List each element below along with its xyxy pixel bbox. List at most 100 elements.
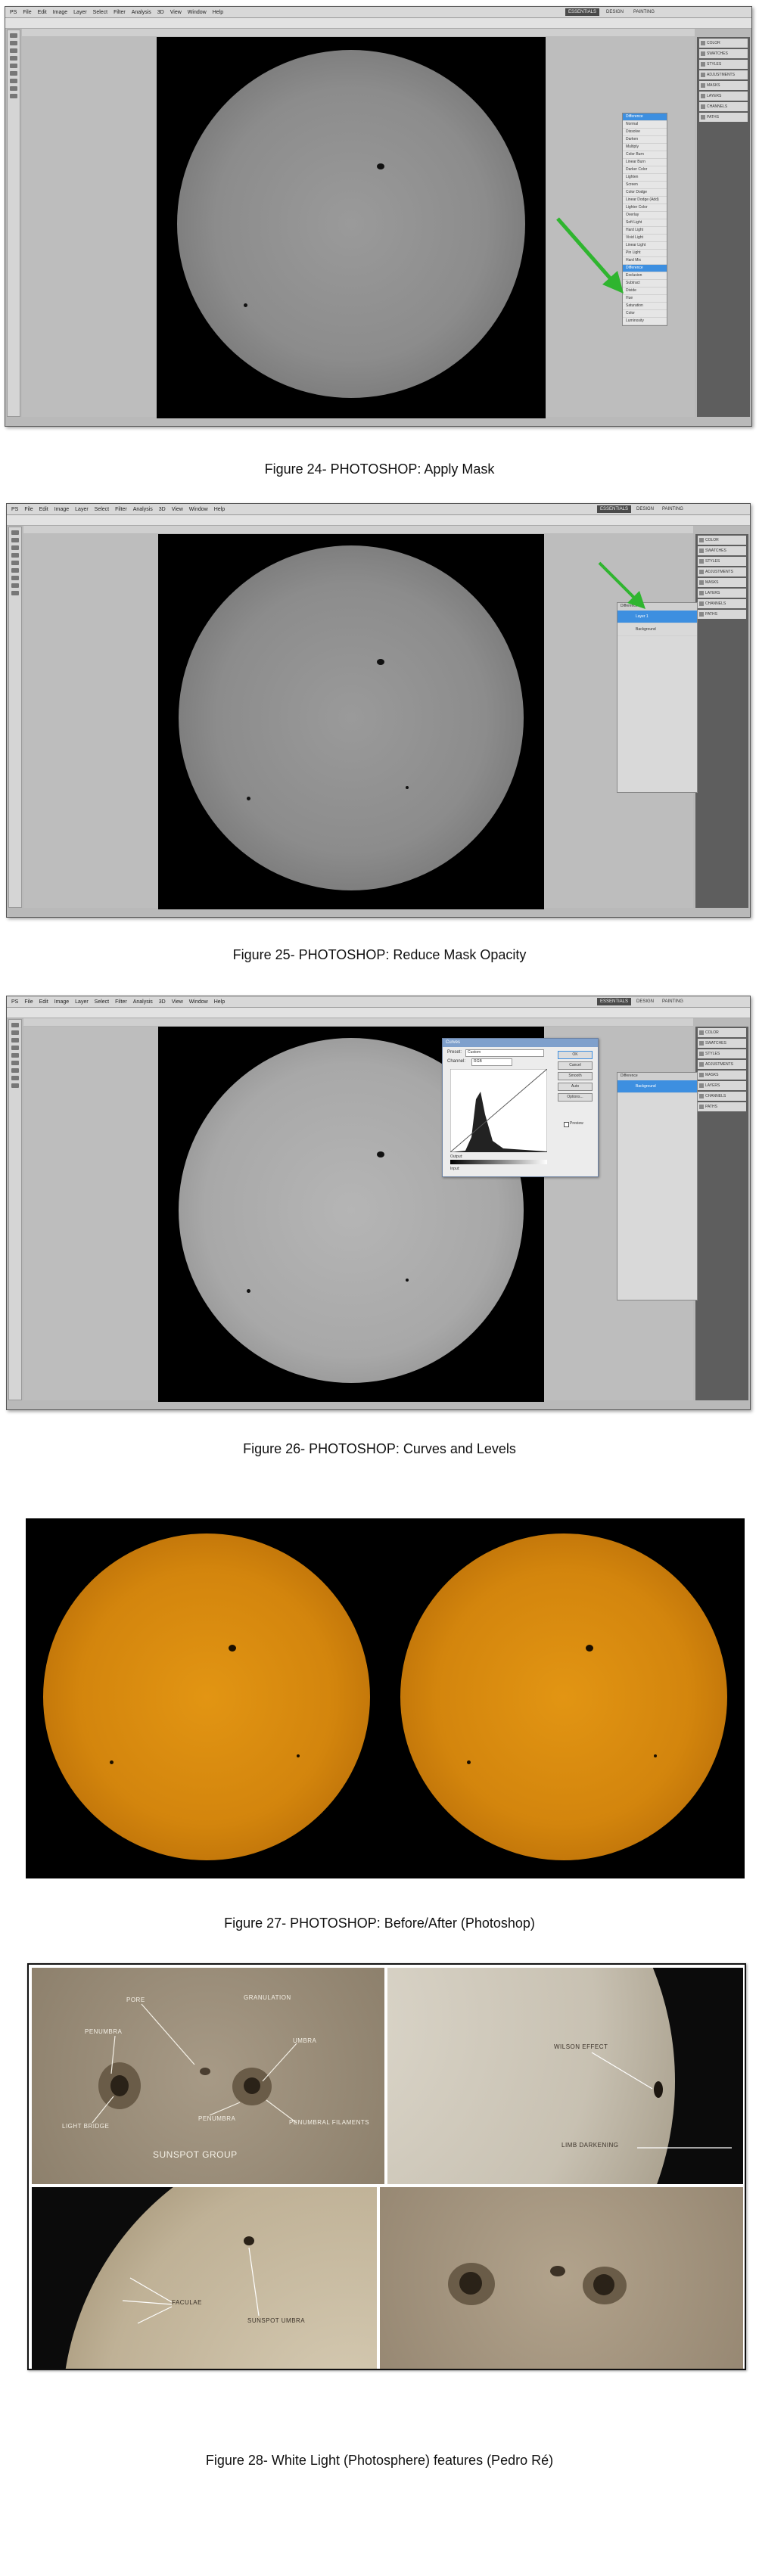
move-tool-icon[interactable] bbox=[11, 530, 19, 535]
move-tool-icon[interactable] bbox=[11, 1023, 19, 1027]
blend-mode-option[interactable]: Dissolve bbox=[623, 129, 667, 136]
crop-tool-icon[interactable] bbox=[11, 553, 19, 558]
preset-select[interactable]: Custom bbox=[465, 1049, 544, 1057]
workspace-design[interactable]: DESIGN bbox=[633, 505, 658, 513]
menu-item[interactable]: Image bbox=[54, 507, 69, 512]
dock-paths[interactable]: PATHS bbox=[698, 1102, 746, 1111]
dock-channels[interactable]: CHANNELS bbox=[698, 599, 746, 608]
options-button[interactable]: Options... bbox=[558, 1093, 593, 1102]
menu-item[interactable]: Image bbox=[53, 10, 67, 15]
blend-mode-option[interactable]: Multiply bbox=[623, 144, 667, 151]
blend-mode-option[interactable]: Lighter Color bbox=[623, 204, 667, 212]
auto-button[interactable]: Auto bbox=[558, 1083, 593, 1091]
dock-swatches[interactable]: SWATCHES bbox=[699, 49, 748, 58]
channel-select[interactable]: RGB bbox=[471, 1058, 512, 1066]
smooth-button[interactable]: Smooth bbox=[558, 1072, 593, 1080]
dock-adjustments[interactable]: ADJUSTMENTS bbox=[698, 1060, 746, 1069]
eraser-tool-icon[interactable] bbox=[11, 568, 19, 573]
dock-masks[interactable]: MASKS bbox=[698, 1070, 746, 1080]
layer-row-background[interactable]: Background bbox=[617, 1080, 697, 1093]
dock-color[interactable]: COLOR bbox=[698, 536, 746, 545]
text-tool-icon[interactable] bbox=[11, 583, 19, 588]
dock-layers[interactable]: LAYERS bbox=[699, 92, 748, 101]
workspace-design[interactable]: DESIGN bbox=[633, 998, 658, 1005]
menu-item[interactable]: Select bbox=[95, 999, 109, 1005]
lasso-tool-icon[interactable] bbox=[11, 545, 19, 550]
dock-adjustments[interactable]: ADJUSTMENTS bbox=[698, 567, 746, 576]
dock-color[interactable]: COLOR bbox=[698, 1028, 746, 1037]
tools-panel[interactable] bbox=[8, 1019, 22, 1400]
blend-mode-option[interactable]: Color Burn bbox=[623, 151, 667, 159]
zoom-tool-icon[interactable] bbox=[10, 94, 17, 98]
menu-item[interactable]: Window bbox=[188, 10, 207, 15]
menu-item[interactable]: Edit bbox=[38, 10, 47, 15]
blend-mode-option[interactable]: Screen bbox=[623, 182, 667, 189]
text-tool-icon[interactable] bbox=[11, 1076, 19, 1080]
menu-item[interactable]: Filter bbox=[115, 507, 127, 512]
menu-item[interactable]: Help bbox=[214, 999, 225, 1005]
menu-item[interactable]: PS bbox=[10, 10, 17, 15]
workspace-painting[interactable]: PAINTING bbox=[659, 505, 686, 513]
menu-item[interactable]: Analysis bbox=[133, 507, 153, 512]
crop-tool-icon[interactable] bbox=[10, 56, 17, 61]
eraser-tool-icon[interactable] bbox=[11, 1061, 19, 1065]
menu-item[interactable]: PS bbox=[11, 507, 18, 512]
dock-paths[interactable]: PATHS bbox=[698, 610, 746, 619]
eraser-tool-icon[interactable] bbox=[10, 71, 17, 76]
menu-item[interactable]: Analysis bbox=[133, 999, 153, 1005]
workspace-painting[interactable]: PAINTING bbox=[659, 998, 686, 1005]
menu-item[interactable]: View bbox=[170, 10, 182, 15]
document-tab[interactable] bbox=[23, 1018, 693, 1026]
blend-mode-current[interactable]: Difference bbox=[623, 113, 667, 121]
dock-channels[interactable]: CHANNELS bbox=[699, 102, 748, 111]
text-tool-icon[interactable] bbox=[10, 86, 17, 91]
menu-item[interactable]: View bbox=[172, 999, 183, 1005]
menu-item[interactable]: Layer bbox=[75, 507, 89, 512]
gradient-tool-icon[interactable] bbox=[10, 79, 17, 83]
blend-mode-option[interactable]: Darken bbox=[623, 136, 667, 144]
workspace-essentials[interactable]: ESSENTIALS bbox=[597, 998, 632, 1005]
menu-item[interactable]: PS bbox=[11, 999, 18, 1005]
menu-item[interactable]: Layer bbox=[75, 999, 89, 1005]
menu-item[interactable]: 3D bbox=[159, 999, 166, 1005]
dock-layers[interactable]: LAYERS bbox=[698, 1081, 746, 1090]
blend-mode-option[interactable]: Saturation bbox=[623, 303, 667, 310]
menu-item[interactable]: Edit bbox=[39, 507, 48, 512]
dock-styles[interactable]: STYLES bbox=[698, 557, 746, 566]
dock-masks[interactable]: MASKS bbox=[699, 81, 748, 90]
menu-item[interactable]: 3D bbox=[159, 507, 166, 512]
menu-item[interactable]: Window bbox=[189, 999, 208, 1005]
crop-tool-icon[interactable] bbox=[11, 1046, 19, 1050]
blend-mode-option[interactable]: Luminosity bbox=[623, 318, 667, 325]
gradient-tool-icon[interactable] bbox=[11, 1068, 19, 1073]
layers-panel[interactable]: Difference Layer 1 Background bbox=[617, 602, 698, 793]
menu-item[interactable]: Filter bbox=[114, 10, 126, 15]
curves-dialog[interactable]: Curves Preset: Custom Channel: RGB Outpu… bbox=[442, 1038, 599, 1177]
workspace-design[interactable]: DESIGN bbox=[603, 8, 627, 16]
menu-item[interactable]: Image bbox=[54, 999, 69, 1005]
menu-item[interactable]: Filter bbox=[115, 999, 127, 1005]
layers-panel[interactable]: Difference Background bbox=[617, 1072, 698, 1300]
dock-color[interactable]: COLOR bbox=[699, 39, 748, 48]
dock-swatches[interactable]: SWATCHES bbox=[698, 546, 746, 555]
menu-item[interactable]: Analysis bbox=[132, 10, 151, 15]
workspace-essentials[interactable]: ESSENTIALS bbox=[565, 8, 600, 16]
canvas-area[interactable] bbox=[23, 534, 693, 909]
layers-blend-row[interactable]: Difference bbox=[617, 1073, 697, 1080]
dock-adjustments[interactable]: ADJUSTMENTS bbox=[699, 70, 748, 79]
menu-item[interactable]: Select bbox=[93, 10, 107, 15]
dock-styles[interactable]: STYLES bbox=[698, 1049, 746, 1058]
brush-tool-icon[interactable] bbox=[11, 1053, 19, 1058]
layer-row-background[interactable]: Background bbox=[617, 623, 697, 636]
marquee-tool-icon[interactable] bbox=[11, 538, 19, 542]
menu-item[interactable]: Help bbox=[214, 507, 225, 512]
dock-paths[interactable]: PATHS bbox=[699, 113, 748, 122]
zoom-tool-icon[interactable] bbox=[11, 1083, 19, 1088]
menu-item[interactable]: Help bbox=[213, 10, 223, 15]
zoom-tool-icon[interactable] bbox=[11, 591, 19, 595]
blend-mode-option[interactable]: Darker Color bbox=[623, 166, 667, 174]
marquee-tool-icon[interactable] bbox=[11, 1030, 19, 1035]
dock-channels[interactable]: CHANNELS bbox=[698, 1092, 746, 1101]
menu-item[interactable]: File bbox=[24, 507, 33, 512]
menu-item[interactable]: Edit bbox=[39, 999, 48, 1005]
